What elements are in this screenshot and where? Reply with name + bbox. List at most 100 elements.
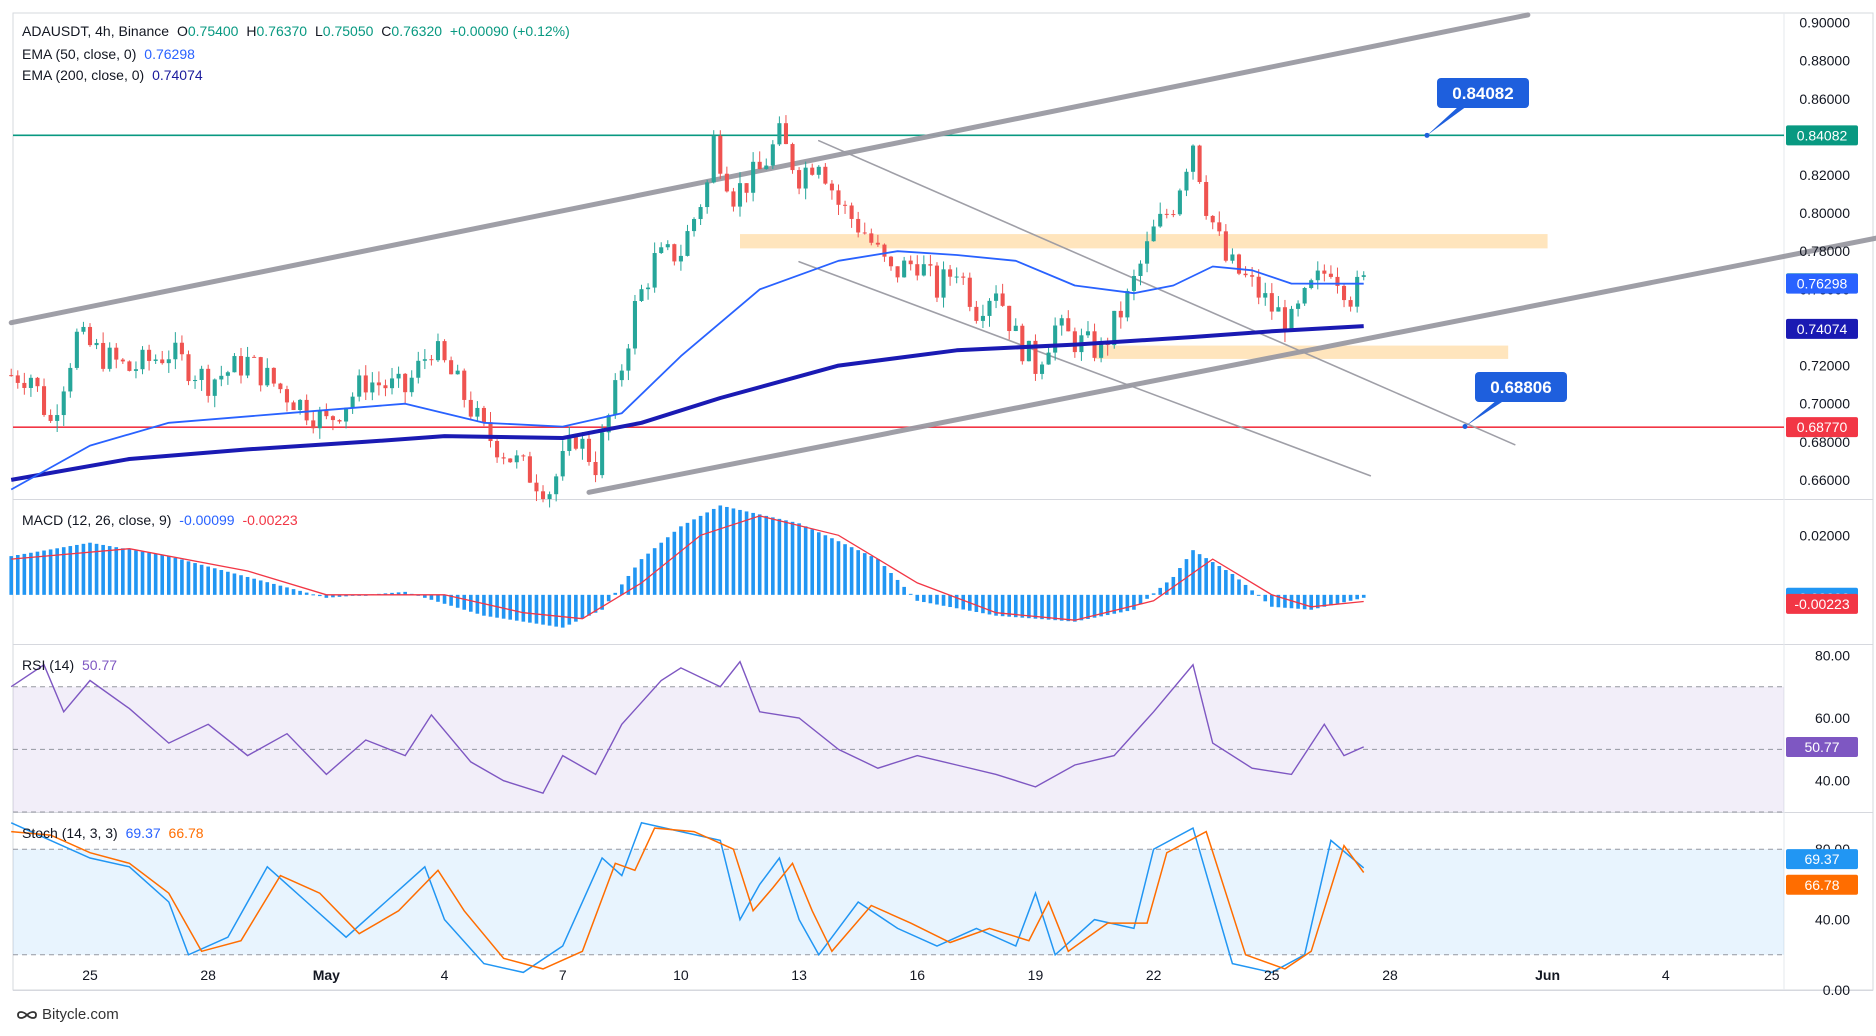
candle[interactable] <box>1171 209 1176 218</box>
candle[interactable] <box>790 142 795 174</box>
candle[interactable] <box>711 130 716 184</box>
candle[interactable] <box>1328 265 1333 279</box>
candle[interactable] <box>153 354 158 364</box>
candle[interactable] <box>1033 334 1038 381</box>
candle[interactable] <box>1131 269 1136 301</box>
candle[interactable] <box>1276 296 1281 312</box>
candle[interactable] <box>357 369 362 402</box>
candle[interactable] <box>613 373 618 419</box>
candle[interactable] <box>324 403 329 420</box>
candle[interactable] <box>915 255 920 281</box>
candle[interactable] <box>849 202 854 228</box>
candle[interactable] <box>232 353 237 373</box>
candle[interactable] <box>173 332 178 370</box>
candle[interactable] <box>534 474 539 502</box>
candle[interactable] <box>1282 299 1287 343</box>
footer-brand[interactable]: Bitycle.com <box>16 1006 119 1023</box>
candle[interactable] <box>1197 144 1202 184</box>
candle[interactable] <box>934 262 940 303</box>
candle[interactable] <box>1204 175 1209 220</box>
candle[interactable] <box>724 166 729 193</box>
candle[interactable] <box>705 179 710 214</box>
candle[interactable] <box>803 161 808 200</box>
candle[interactable] <box>1026 340 1031 362</box>
candle[interactable] <box>823 163 828 185</box>
candle[interactable] <box>980 304 985 329</box>
candle[interactable] <box>646 283 651 300</box>
candle[interactable] <box>442 339 447 363</box>
candle[interactable] <box>1085 321 1091 338</box>
candle[interactable] <box>1223 224 1228 263</box>
candle[interactable] <box>961 272 966 285</box>
candle[interactable] <box>1020 323 1025 365</box>
candle[interactable] <box>1289 305 1294 332</box>
candle[interactable] <box>87 323 93 347</box>
candle[interactable] <box>107 342 112 372</box>
candle[interactable] <box>291 400 296 411</box>
candle[interactable] <box>376 371 381 396</box>
candle[interactable] <box>455 364 460 375</box>
candle[interactable] <box>1342 283 1347 308</box>
candle[interactable] <box>468 391 473 421</box>
candle[interactable] <box>28 374 33 397</box>
candle[interactable] <box>1210 215 1215 230</box>
candle[interactable] <box>22 372 27 395</box>
candle[interactable] <box>659 242 664 255</box>
candle[interactable] <box>895 266 900 283</box>
candle[interactable] <box>1151 219 1156 242</box>
candle[interactable] <box>74 328 79 370</box>
candle[interactable] <box>389 367 395 395</box>
candle[interactable] <box>665 240 670 251</box>
candle[interactable] <box>1039 361 1045 380</box>
candle[interactable] <box>639 284 644 302</box>
candle[interactable] <box>304 394 309 426</box>
candle[interactable] <box>1269 283 1274 320</box>
candle[interactable] <box>757 151 762 170</box>
candle[interactable] <box>797 167 802 195</box>
candle[interactable] <box>1322 264 1327 282</box>
candle[interactable] <box>1177 188 1182 216</box>
candle[interactable] <box>212 378 217 408</box>
candle[interactable] <box>1066 310 1071 332</box>
candle[interactable] <box>1118 301 1123 329</box>
candle[interactable] <box>271 367 276 387</box>
candle[interactable] <box>193 375 198 389</box>
candle[interactable] <box>166 350 171 373</box>
candle[interactable] <box>284 385 290 412</box>
candle[interactable] <box>120 358 125 364</box>
channel-line-1[interactable] <box>586 235 1876 495</box>
candle[interactable] <box>147 344 152 371</box>
resistance-callout[interactable]: 0.84082 <box>1424 78 1530 138</box>
candle[interactable] <box>495 439 500 463</box>
candle[interactable] <box>862 222 867 235</box>
candle[interactable] <box>888 255 894 271</box>
candle[interactable] <box>508 458 513 463</box>
candle[interactable] <box>1125 288 1130 322</box>
candle[interactable] <box>718 130 723 179</box>
candle[interactable] <box>311 411 316 434</box>
candle[interactable] <box>698 204 703 225</box>
candle[interactable] <box>1263 282 1268 306</box>
candle[interactable] <box>1315 261 1320 290</box>
support-callout[interactable]: 0.68806 <box>1462 372 1568 429</box>
candle[interactable] <box>527 451 532 484</box>
candle[interactable] <box>948 264 953 286</box>
candle[interactable] <box>744 183 749 203</box>
candle[interactable] <box>409 370 414 397</box>
candle[interactable] <box>1059 314 1064 336</box>
candle[interactable] <box>344 407 349 429</box>
candle[interactable] <box>586 434 592 466</box>
candle[interactable] <box>652 242 657 293</box>
candle[interactable] <box>416 351 421 384</box>
candle[interactable] <box>475 401 480 422</box>
candle[interactable] <box>206 364 211 403</box>
candle[interactable] <box>35 376 40 392</box>
candle[interactable] <box>994 285 999 309</box>
candle[interactable] <box>554 473 559 502</box>
candle[interactable] <box>829 180 834 200</box>
candle[interactable] <box>1000 283 1005 307</box>
candle[interactable] <box>816 165 821 179</box>
candle[interactable] <box>843 200 848 214</box>
candle[interactable] <box>1053 317 1058 361</box>
candle[interactable] <box>350 392 355 414</box>
